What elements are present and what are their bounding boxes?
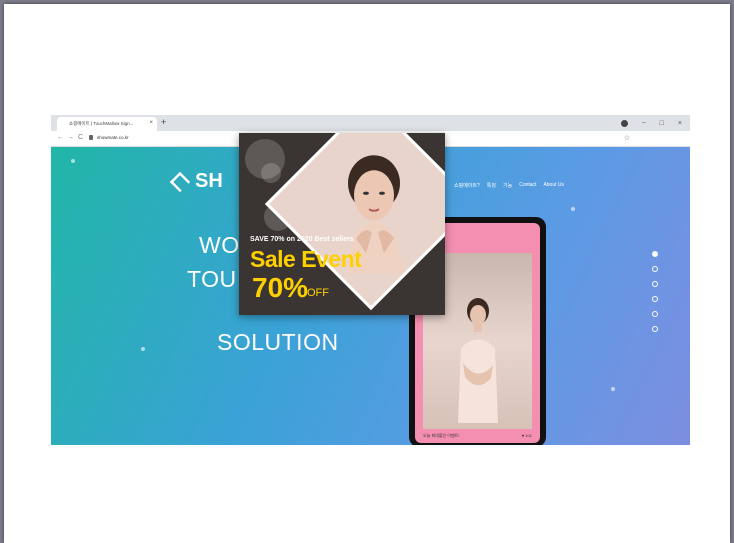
forward-button[interactable]: → [67,134,74,141]
bookmark-star-icon[interactable]: ☆ [624,134,630,142]
nav-item[interactable]: 특징 [487,182,496,189]
minimize-button[interactable]: − [642,120,646,127]
close-button[interactable]: × [678,120,682,127]
sale-title: Sale Event [250,246,362,272]
hero-line-3: SOLUTION [217,329,339,355]
hero-line-2: TOU [187,266,237,292]
slide-dot[interactable] [652,251,658,257]
sale-subtitle: SAVE 70% on 2020 Best sellers [250,236,354,243]
slide-pagination [652,251,658,332]
profile-icon[interactable] [620,119,628,127]
sparkle-decoration [611,387,615,391]
logo-mark-icon [169,171,191,192]
model-illustration [458,298,498,423]
sale-off-label: OFF [307,287,329,299]
maximize-button[interactable]: □ [660,120,664,127]
site-logo[interactable]: SH [169,170,223,193]
reload-button[interactable]: C [78,134,83,141]
lock-icon [89,135,93,140]
sparkle-decoration [141,347,145,351]
site-nav: 쇼핑메이트? 특징 기능 Contact About Us [454,182,564,189]
tab-title: 쇼핑메이트 | TouchMallow Sign... [69,121,134,126]
slide-dot[interactable] [652,311,658,317]
nav-item[interactable]: 기능 [503,182,512,189]
logo-text: SH [195,170,223,192]
url-field[interactable]: showmate.co.kr [97,135,129,140]
sale-percent: 70% [252,272,309,303]
sale-popup-ad[interactable]: SAVE 70% on 2020 Best sellers Sale Event… [239,133,445,315]
hero-line-1: WO [199,232,240,258]
sparkle-decoration [71,159,75,163]
sparkle-decoration [571,207,575,211]
nav-item[interactable]: Contact [519,182,536,189]
decor-circle [261,163,281,183]
document-page: 쇼핑메이트 | TouchMallow Sign... × + − □ × ← … [4,4,730,543]
slide-dot[interactable] [652,266,658,272]
phone-caption: 오늘 최대할인 이벤트! [423,433,460,438]
slide-dot[interactable] [652,296,658,302]
nav-item[interactable]: 쇼핑메이트? [454,182,480,189]
tab-bar: 쇼핑메이트 | TouchMallow Sign... × + − □ × [51,115,690,131]
slide-dot[interactable] [652,326,658,332]
browser-tab[interactable]: 쇼핑메이트 | TouchMallow Sign... × [57,117,157,131]
back-button[interactable]: ← [57,134,64,141]
window-controls: − □ × [620,115,690,131]
nav-item[interactable]: About Us [543,182,564,189]
new-tab-button[interactable]: + [161,117,166,127]
like-count[interactable]: ♥ 101 [522,433,532,438]
slide-dot[interactable] [652,281,658,287]
tab-close-icon[interactable]: × [149,120,153,126]
